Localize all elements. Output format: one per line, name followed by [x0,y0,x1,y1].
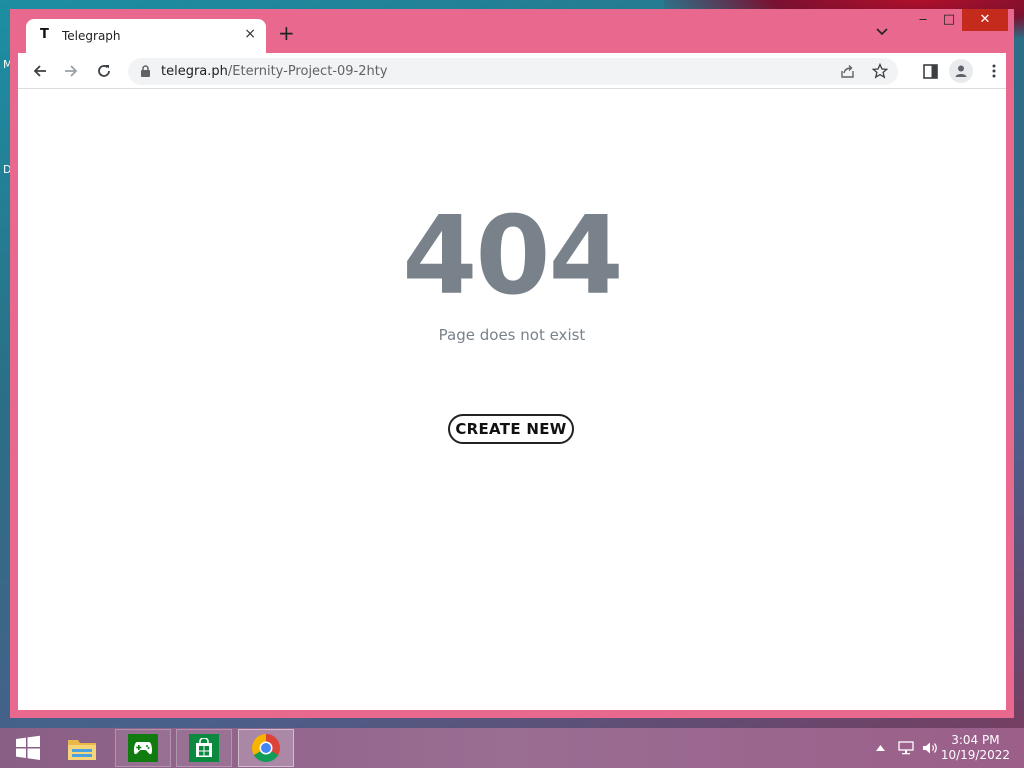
error-code-heading: 404 [402,194,623,319]
file-explorer-icon[interactable] [54,729,110,767]
chrome-window: T Telegraph × + ‒ □ ✕ telegra.ph/Eternit… [10,9,1014,718]
tab-search-chevron-icon[interactable] [876,25,888,39]
browser-toolbar: telegra.ph/Eternity-Project-09-2hty [18,53,1006,89]
clock-date: 10/19/2022 [940,748,1010,762]
page-content: 404 Page does not exist CREATE NEW [18,89,1006,710]
chrome-icon[interactable] [238,729,294,767]
maximize-button[interactable]: □ [934,9,964,31]
new-tab-button[interactable]: + [278,23,295,43]
create-new-button[interactable]: CREATE NEW [448,414,574,444]
address-bar[interactable]: telegra.ph/Eternity-Project-09-2hty [128,58,898,85]
reload-icon[interactable] [92,59,116,83]
url-path: /Eternity-Project-09-2hty [227,64,388,79]
store-icon[interactable] [176,729,232,767]
telegraph-favicon-icon: T [40,27,49,42]
forward-arrow-icon[interactable] [59,59,83,83]
network-icon[interactable] [898,728,914,768]
tab-close-icon[interactable]: × [244,26,256,42]
close-window-button[interactable]: ✕ [962,9,1008,31]
windows-taskbar: 3:04 PM 10/19/2022 [0,728,1024,768]
tab-telegraph[interactable]: T Telegraph × [26,19,266,53]
error-message: Page does not exist [438,326,586,344]
back-arrow-icon[interactable] [28,59,52,83]
windows-start-icon[interactable] [0,729,56,767]
lock-icon[interactable] [140,65,151,83]
tray-overflow-icon[interactable] [876,728,885,768]
xbox-games-icon[interactable] [115,729,171,767]
speaker-volume-icon[interactable] [922,728,938,768]
tab-title: Telegraph [62,29,121,43]
url-text[interactable]: telegra.ph/Eternity-Project-09-2hty [161,64,388,79]
system-clock[interactable]: 3:04 PM 10/19/2022 [941,733,1010,763]
share-icon[interactable] [840,64,855,84]
url-host: telegra.ph [161,64,228,79]
side-panel-icon[interactable] [918,59,942,83]
profile-avatar-icon[interactable] [949,59,973,83]
menu-kebab-icon[interactable] [982,59,1006,83]
clock-time: 3:04 PM [951,733,1000,747]
bookmark-star-icon[interactable] [871,62,889,84]
